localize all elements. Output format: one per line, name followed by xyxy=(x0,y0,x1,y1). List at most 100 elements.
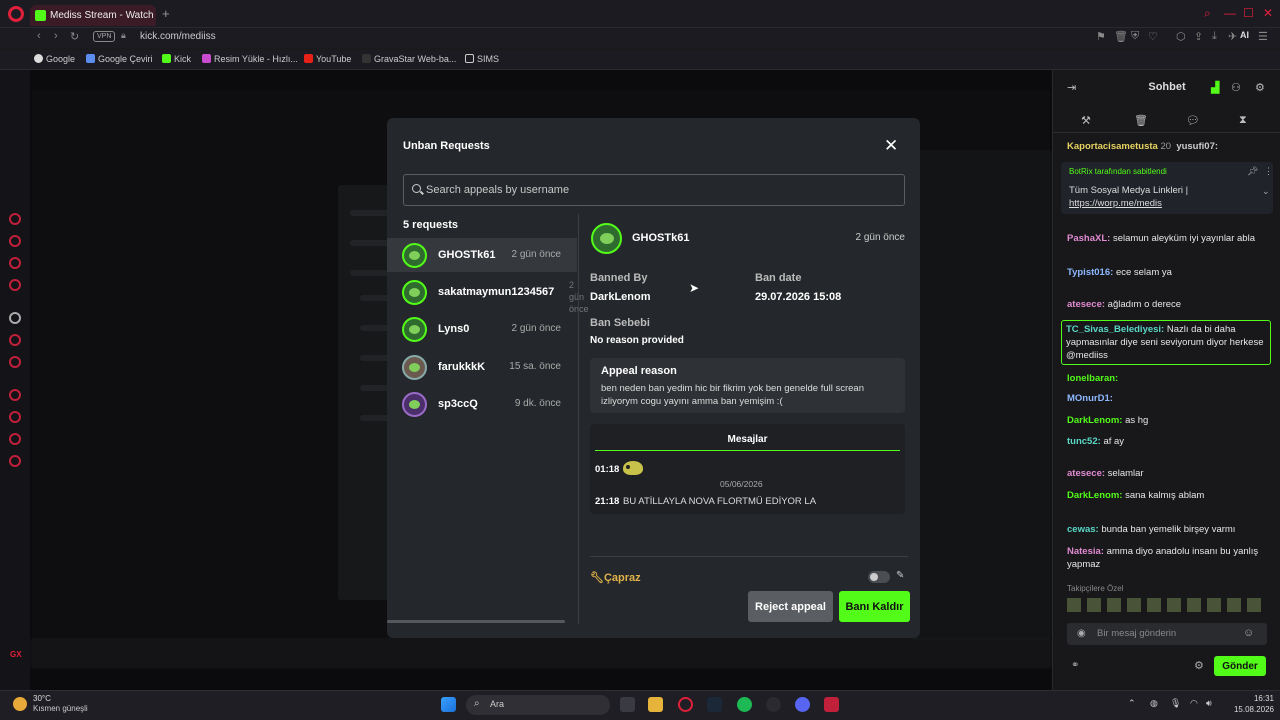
bookmark-google-ceviri[interactable]: Google Çeviri xyxy=(86,54,153,64)
bookmark-kick[interactable]: Kick xyxy=(162,54,191,64)
steam-icon[interactable] xyxy=(707,697,722,712)
trash-icon[interactable]: 🗑︎ xyxy=(1114,30,1128,43)
aria-ai-icon[interactable]: ✈ xyxy=(1228,30,1237,43)
search-tabs-icon[interactable]: ⌕ xyxy=(1204,6,1211,21)
pencil-icon[interactable]: ✎ xyxy=(896,570,904,581)
reload-icon[interactable]: ↻ xyxy=(70,30,79,43)
search-input[interactable] xyxy=(426,182,886,198)
bookmark-youtube[interactable]: YouTube xyxy=(304,54,351,64)
mod-timer-icon[interactable]: ⧗ xyxy=(1239,114,1247,127)
sidebar-history-icon[interactable] xyxy=(9,411,21,423)
heart-icon[interactable]: ♡ xyxy=(1148,30,1158,43)
ai-label[interactable]: AI xyxy=(1240,30,1249,40)
request-item[interactable]: farukkkK 15 sa. önce xyxy=(387,350,577,384)
sidebar-messenger-icon[interactable] xyxy=(9,235,21,247)
banned-by-label: Banned By xyxy=(590,272,648,284)
browser-tab[interactable]: Mediss Stream - Watch xyxy=(30,5,156,26)
tray-network-icon[interactable]: ◍ xyxy=(1150,698,1158,709)
bookmark-icon[interactable]: ⚑ xyxy=(1096,30,1106,43)
message-text: BU ATİLLAYLA NOVA FLORTMÜ EDİYOR LA xyxy=(623,496,817,507)
minimize-icon[interactable]: — xyxy=(1224,6,1236,20)
clock-time[interactable]: 16:31 xyxy=(1234,694,1274,703)
tray-chevron-icon[interactable]: ⌃ xyxy=(1128,698,1136,709)
opera-taskbar-icon[interactable] xyxy=(678,697,693,712)
sidebar-gx-icon[interactable] xyxy=(9,279,21,291)
capraz-label[interactable]: 🔧︎Çapraz xyxy=(590,571,641,584)
tray-mic-icon[interactable]: 🎙︎ xyxy=(1170,698,1181,709)
request-item[interactable]: GHOSTk61 2 gün önce xyxy=(387,238,577,272)
sidebar-aria-icon[interactable] xyxy=(9,213,21,225)
bookmarks-bar xyxy=(0,50,1280,70)
request-item[interactable]: Lyns0 2 gün önce xyxy=(387,312,577,346)
pin-icon[interactable]: 📌︎ xyxy=(1247,166,1258,177)
pinned-link[interactable]: https://worp.me/medis xyxy=(1069,198,1162,209)
spotify-icon[interactable] xyxy=(737,697,752,712)
request-item[interactable]: sakatmaymun1234567 2 gün önce xyxy=(387,275,589,314)
leaderboard-icon[interactable]: ▟ xyxy=(1211,81,1219,94)
url-field[interactable]: kick.com/mediiss xyxy=(140,31,216,42)
pinned-text: Tüm Sosyal Medya Linkleri | xyxy=(1069,185,1189,196)
chat-settings-icon[interactable]: ⚙ xyxy=(1255,81,1265,94)
close-icon[interactable]: ✕ xyxy=(884,136,898,156)
search-icon: ⌕ xyxy=(474,698,480,709)
sidebar-extensions-icon[interactable] xyxy=(9,433,21,445)
shield-icon[interactable]: ⛨ xyxy=(1131,30,1139,43)
weather-icon[interactable] xyxy=(13,697,27,711)
emoji-icon[interactable]: ☺ xyxy=(1243,627,1254,639)
avatar xyxy=(402,392,427,417)
gear-icon[interactable]: ⚙ xyxy=(1194,659,1204,672)
github-icon[interactable] xyxy=(766,697,781,712)
forward-icon[interactable]: › xyxy=(54,30,58,42)
mod-hammer-icon[interactable]: ⚒ xyxy=(1081,114,1091,127)
chat-input[interactable]: Bir mesaj gönderin xyxy=(1067,623,1267,645)
more-icon[interactable]: ⋮ xyxy=(1264,166,1273,177)
taskbar-search[interactable]: Ara xyxy=(466,695,610,715)
menu-icon[interactable]: ☰ xyxy=(1258,30,1268,43)
bookmark-resim-yukle[interactable]: Resim Yükle - Hızlı... xyxy=(202,54,298,64)
list-scrollbar[interactable] xyxy=(387,620,565,623)
reject-appeal-button[interactable]: Reject appeal xyxy=(748,591,833,622)
windows-start-icon[interactable] xyxy=(441,697,456,712)
sidebar-percent-icon[interactable] xyxy=(9,334,21,346)
close-window-icon[interactable]: ✕ xyxy=(1263,6,1273,20)
bookmark-google[interactable]: Google xyxy=(34,54,75,64)
maximize-icon[interactable]: ☐ xyxy=(1243,6,1254,20)
expand-icon[interactable]: ⌄ xyxy=(1262,186,1270,197)
message-time: 01:18 xyxy=(595,464,620,475)
tray-wifi-icon[interactable]: ◠ xyxy=(1190,698,1198,709)
file-explorer-icon[interactable] xyxy=(648,697,663,712)
bookmark-gravastar[interactable]: GravaStar Web-ba... xyxy=(362,54,456,64)
unban-button[interactable]: Banı Kaldır xyxy=(839,591,910,622)
tab-messages[interactable]: Mesajlar xyxy=(595,429,900,451)
tray-volume-icon[interactable]: 🔊︎ xyxy=(1206,698,1212,709)
capraz-toggle[interactable] xyxy=(868,571,890,583)
emote-row[interactable] xyxy=(1067,598,1267,612)
vpn-badge[interactable]: VPN xyxy=(93,31,116,42)
sidebar-record-icon[interactable] xyxy=(9,356,21,368)
share-icon[interactable]: ⇪ xyxy=(1194,30,1203,43)
users-icon[interactable]: ⚇ xyxy=(1231,81,1241,94)
red-app-icon[interactable] xyxy=(824,697,839,712)
download-icon[interactable]: ⤓ xyxy=(1212,30,1217,43)
request-item[interactable]: sp3ccQ 9 dk. önce xyxy=(387,387,577,421)
extensions-icon[interactable]: ⬡ xyxy=(1176,30,1186,43)
bookmark-sims[interactable]: SIMS xyxy=(465,54,499,64)
gx-icon[interactable]: GX xyxy=(10,650,22,659)
new-tab-button[interactable]: + xyxy=(162,6,170,21)
mod-trash-icon[interactable]: 🗑︎ xyxy=(1134,114,1148,127)
send-button[interactable]: Gönder xyxy=(1214,656,1266,676)
back-icon[interactable]: ‹ xyxy=(37,30,41,42)
sidebar-settings-icon[interactable] xyxy=(9,455,21,467)
sidebar-player-icon[interactable] xyxy=(9,389,21,401)
opera-logo-icon[interactable] xyxy=(8,6,24,22)
sidebar-instagram-icon[interactable] xyxy=(9,257,21,269)
sidebar-chatgpt-icon[interactable] xyxy=(9,312,21,324)
discord-icon[interactable] xyxy=(795,697,810,712)
clock-date[interactable]: 15.08.2026 xyxy=(1226,705,1274,714)
task-view-icon[interactable] xyxy=(620,697,635,712)
chat-username[interactable]: yusufi07: xyxy=(1176,141,1218,152)
mouse-cursor-icon: ➤ xyxy=(689,281,700,295)
chat-tools-icon[interactable]: ⚭ xyxy=(1071,660,1079,671)
chat-username[interactable]: Kaportacisametusta xyxy=(1067,141,1158,152)
mod-chat-icon[interactable]: 💬︎ xyxy=(1186,114,1200,127)
